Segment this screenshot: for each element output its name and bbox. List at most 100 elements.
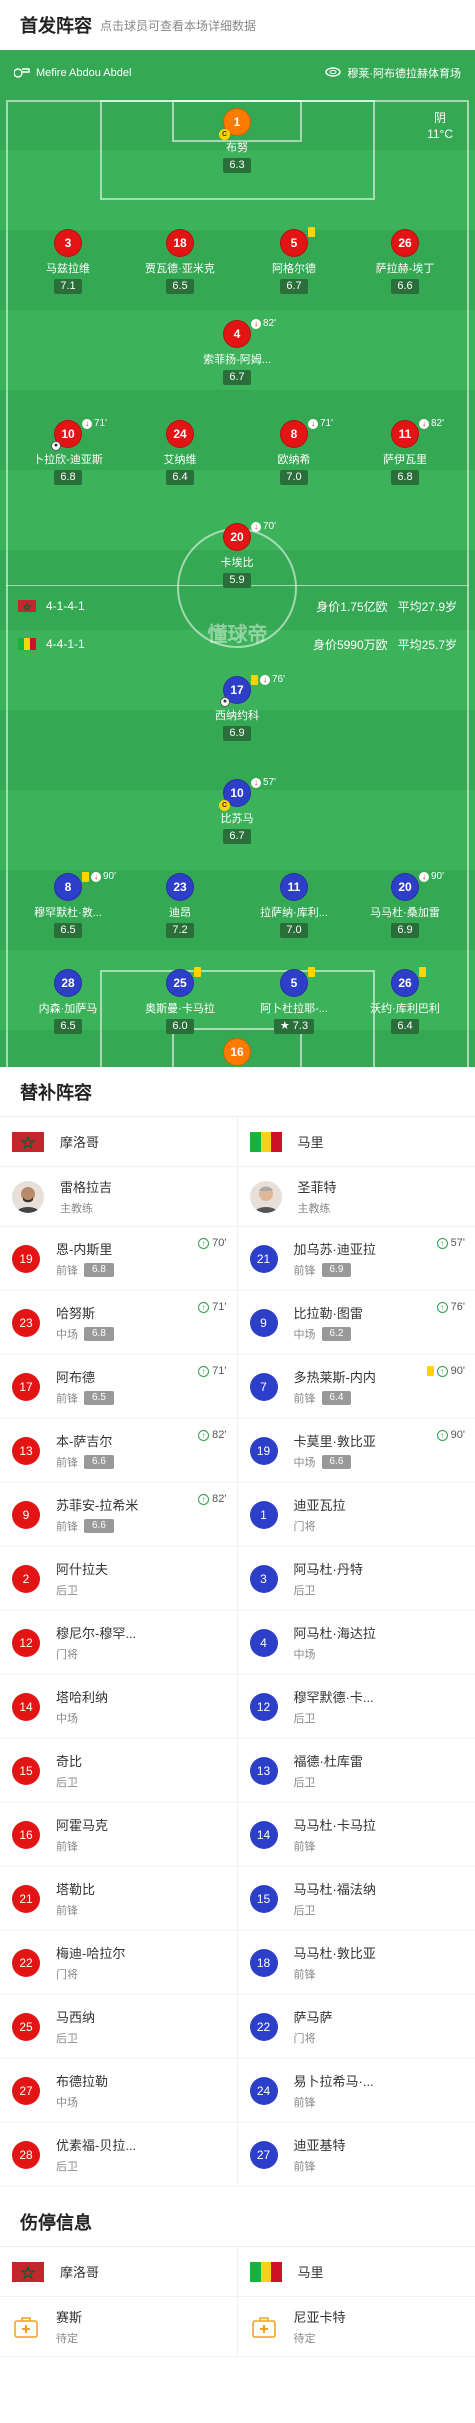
player-number: 13 xyxy=(12,1436,40,1465)
player-name: 阿什拉夫 xyxy=(56,1562,109,1577)
sub-event: ↑ 76' xyxy=(436,1301,465,1313)
pitch-player-away[interactable]: 16吉吉·迪亚拉6.5 xyxy=(197,1038,277,1067)
pitch-player-away[interactable]: 11 拉萨纳·库利... 7.0 xyxy=(254,873,334,938)
pitch-player-home[interactable]: 3 马兹拉维 7.1 xyxy=(28,229,108,294)
sub-player-row[interactable]: 14 马马杜·卡马拉 前锋 xyxy=(237,1803,475,1867)
player-events: ↓ 71' xyxy=(308,418,333,429)
player-name: 西纳约科 xyxy=(215,710,259,722)
player-number: 1 xyxy=(249,1500,278,1529)
player-position: 后卫 xyxy=(56,1774,82,1790)
pitch-player-away[interactable]: 5 阿卜杜拉耶-... ★ 7.3 xyxy=(254,967,334,1034)
pitch-player-home[interactable]: 20 ↓ 70' 卡埃比 5.9 xyxy=(197,521,277,588)
sub-player-row[interactable]: 22 梅迪-哈拉尔 门将 xyxy=(0,1931,237,1995)
sub-player-row[interactable]: 16 阿霍马克 前锋 xyxy=(0,1803,237,1867)
player-name: 比拉勒·图雷 xyxy=(293,1306,363,1321)
pitch-player-home[interactable]: 10 ● ↓ 71' 卜拉欣-迪亚斯 6.8 xyxy=(28,418,108,485)
player-events: ↓ 82' xyxy=(419,418,444,429)
yellow-card-icon xyxy=(82,871,89,882)
sub-in-icon: ↑ xyxy=(436,1429,448,1441)
sub-player-row[interactable]: 19 卡莫里·敦比亚 中场 6.6 ↑ 90' xyxy=(237,1419,475,1483)
player-rating: 7.0 xyxy=(280,470,308,485)
away-coach[interactable]: 圣菲特 主教练 xyxy=(237,1167,475,1227)
pitch-player-home[interactable]: 18 贾瓦德·亚米克 6.5 xyxy=(140,229,220,294)
pitch-player-away[interactable]: 28 内森·加萨马 6.5 xyxy=(28,969,108,1034)
sub-player-row[interactable]: 27 布德拉勒 中场 xyxy=(0,2059,237,2123)
player-rating-mvp: ★ 7.3 xyxy=(273,1019,315,1034)
morocco-flag-icon xyxy=(12,2261,44,2282)
pitch-player-home[interactable]: 24 艾纳维 6.4 xyxy=(140,420,220,485)
player-name: 比苏马 xyxy=(220,813,254,825)
sub-player-row[interactable]: 15 奇比 后卫 xyxy=(0,1739,237,1803)
sub-player-row[interactable]: 28 优素福-贝拉... 后卫 xyxy=(0,2123,237,2187)
pitch: Mefire Abdou Abdel 穆莱·阿布德拉赫体育场 阴 11°C 懂球… xyxy=(0,50,475,1067)
pitch-player-away[interactable]: 20 ↓ 90' 马马杜·桑加雷 6.9 xyxy=(365,871,445,938)
sub-player-row[interactable]: 3 阿马杜·丹特 后卫 xyxy=(237,1547,475,1611)
home-team-name: 摩洛哥 xyxy=(60,1135,100,1150)
sub-player-row[interactable]: 25 马西纳 后卫 xyxy=(0,1995,237,2059)
injury-item[interactable]: 赛斯 待定 xyxy=(0,2297,237,2357)
player-name: 阿格尔德 xyxy=(272,263,316,275)
sub-player-row[interactable]: 4 阿马杜·海达拉 中场 xyxy=(237,1611,475,1675)
sub-player-row[interactable]: 7 多热莱斯-内内 前锋 6.4 ↑ 90' xyxy=(237,1355,475,1419)
player-rating: 6.6 xyxy=(84,1455,114,1469)
pitch-player-home[interactable]: 1 C 布努 6.3 xyxy=(197,108,277,173)
sub-player-row[interactable]: 21 塔勒比 前锋 xyxy=(0,1867,237,1931)
pitch-player-away[interactable]: 25 奥斯曼·卡马拉 6.0 xyxy=(140,967,220,1034)
sub-player-row[interactable]: 24 易卜拉希马·... 前锋 xyxy=(237,2059,475,2123)
sub-out-icon: ↓ xyxy=(251,521,261,532)
position-label: 后卫 xyxy=(56,1777,78,1789)
pitch-player-away[interactable]: 10 C ↓ 57' 比苏马 6.7 xyxy=(197,777,277,844)
sub-player-row[interactable]: 1 迪亚瓦拉 门将 xyxy=(237,1483,475,1547)
sub-player-row[interactable]: 13 福德·杜库雷 后卫 xyxy=(237,1739,475,1803)
sub-player-row[interactable]: 18 马马杜·敦比亚 前锋 xyxy=(237,1931,475,1995)
sub-player-row[interactable]: 17 阿布德 前锋 6.5 ↑ 71' xyxy=(0,1355,237,1419)
pitch-player-away[interactable]: 17 ● ↓ 76' 西纳约科 6.9 xyxy=(197,674,285,741)
home-coach[interactable]: 雷格拉吉 主教练 xyxy=(0,1167,237,1227)
pitch-player-away[interactable]: 26 沃约·库利巴利 6.4 xyxy=(365,967,445,1034)
sub-player-row[interactable]: 23 哈努斯 中场 6.8 ↑ 71' xyxy=(0,1291,237,1355)
sub-time: 90' xyxy=(450,1365,465,1377)
player-rating: 6.6 xyxy=(84,1519,114,1533)
sub-player-row[interactable]: 9 苏菲安-拉希米 前锋 6.6 ↑ 82' xyxy=(0,1483,237,1547)
sub-player-row[interactable]: 2 阿什拉夫 后卫 xyxy=(0,1547,237,1611)
pitch-player-home[interactable]: 4 ↓ 82' 索菲扬-阿姆... 6.7 xyxy=(197,318,277,385)
player-number: 8 xyxy=(280,420,308,448)
sub-player-row[interactable]: 12 穆罕默德·卡... 后卫 xyxy=(237,1675,475,1739)
sub-player-row[interactable]: 9 比拉勒·图雷 中场 6.2 ↑ 76' xyxy=(237,1291,475,1355)
pitch-player-away[interactable]: 23 迪昂 7.2 xyxy=(140,873,220,938)
player-rating: 7.1 xyxy=(54,279,82,294)
sub-event: ↑ 82' xyxy=(198,1493,227,1505)
sub-in-icon: ↑ xyxy=(198,1493,210,1505)
player-position: 前锋 6.9 xyxy=(294,1262,376,1278)
player-number: 10 C xyxy=(219,779,251,811)
sub-player-row[interactable]: 14 塔哈利纳 中场 xyxy=(0,1675,237,1739)
away-team-row: 马里 xyxy=(237,2247,475,2297)
player-position: 中场 xyxy=(294,1646,376,1662)
player-position: 前锋 xyxy=(294,1966,376,1982)
pitch-player-home[interactable]: 8 ↓ 71' 欧纳希 7.0 xyxy=(254,418,334,485)
position-label: 后卫 xyxy=(293,1713,316,1725)
injured-player-name: 赛斯 xyxy=(56,2310,83,2325)
pitch-player-away[interactable]: 8 ↓ 90' 穆罕默杜·敦... 6.5 xyxy=(28,871,116,938)
sub-player-row[interactable]: 15 马马杜·福法纳 后卫 xyxy=(237,1867,475,1931)
injury-item[interactable]: 尼亚卡特 待定 xyxy=(237,2297,475,2357)
sub-player-row[interactable]: 21 加乌苏·迪亚拉 前锋 6.9 ↑ 57' xyxy=(237,1227,475,1291)
sub-player-row[interactable]: 13 本-萨吉尔 前锋 6.6 ↑ 82' xyxy=(0,1419,237,1483)
mali-flag-icon xyxy=(249,1131,282,1152)
pitch-player-home[interactable]: 5 阿格尔德 6.7 xyxy=(254,227,334,294)
sub-player-row[interactable]: 22 萨马萨 门将 xyxy=(237,1995,475,2059)
player-name: 梅迪-哈拉尔 xyxy=(56,1946,126,1961)
player-events: ↓ 90' xyxy=(419,871,444,882)
player-info: 恩-内斯里 前锋 6.8 xyxy=(56,1239,114,1278)
pitch-player-home[interactable]: 26 萨拉赫-埃丁 6.6 xyxy=(365,229,445,294)
player-rating: 6.8 xyxy=(54,470,82,485)
pitch-player-home[interactable]: 11 ↓ 82' 萨伊瓦里 6.8 xyxy=(365,418,445,485)
sub-player-row[interactable]: 12 穆尼尔-穆罕... 门将 xyxy=(0,1611,237,1675)
yellow-card-icon xyxy=(194,967,201,977)
injuries: 摩洛哥 赛斯 待定 马里 尼亚卡特 待定 xyxy=(0,2247,475,2357)
sub-player-row[interactable]: 27 迪亚基特 前锋 xyxy=(237,2123,475,2187)
sub-player-row[interactable]: 19 恩-内斯里 前锋 6.8 ↑ 70' xyxy=(0,1227,237,1291)
position-label: 前锋 xyxy=(293,1393,316,1405)
player-name: 阿卜杜拉耶-... xyxy=(260,1003,328,1015)
player-number: 27 xyxy=(249,2140,278,2169)
